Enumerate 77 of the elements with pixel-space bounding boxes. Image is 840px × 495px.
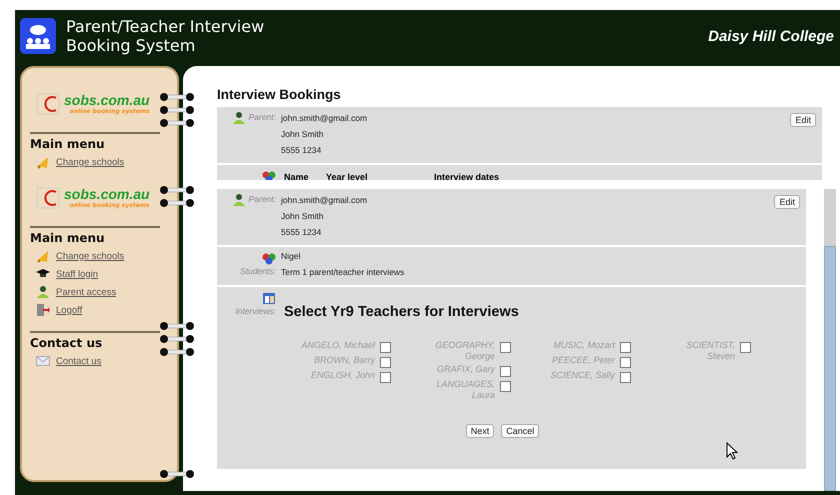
checkbox[interactable] [380, 372, 391, 383]
envelope-icon [36, 354, 50, 368]
binding-ring-icon [159, 185, 195, 195]
field-value: 5555 1234 [281, 226, 322, 239]
teacher-name: SCIENTIST, Steven [685, 340, 735, 362]
logo-text: sobs.com.au [64, 93, 150, 108]
teacher-name: ENGLISH, John [310, 370, 375, 381]
teacher-name: PEECEE, Peter [550, 355, 615, 366]
checkbox[interactable] [380, 342, 391, 353]
column-header: Year level [326, 172, 369, 180]
scrollbar-thumb[interactable] [824, 246, 836, 491]
teacher-name: GEOGRAPHY, George [434, 340, 495, 362]
field-label: Parent: [248, 111, 276, 123]
mouse-cursor-icon [726, 442, 738, 460]
menu-link[interactable]: Change schools [56, 250, 124, 262]
binding-ring-icon [159, 334, 195, 344]
binding-ring-icon [159, 347, 195, 357]
scrollbar[interactable] [824, 189, 836, 491]
teacher-name: MUSIC, Mozart [552, 340, 615, 351]
person-icon [232, 111, 246, 125]
menu-heading: Main menu [30, 226, 160, 245]
section-heading: Select Yr9 Teachers for Interviews [284, 304, 520, 320]
binding-ring-icon [159, 321, 195, 331]
field-value: John Smith [281, 210, 325, 223]
menu-link[interactable]: Staff login [56, 268, 98, 280]
edit-button[interactable]: Edit [774, 195, 800, 209]
teacher-name: ANGELO, Michael [300, 340, 375, 351]
field-value: Nigel [281, 250, 302, 263]
binding-ring-icon [159, 92, 195, 102]
binding-ring-icon [159, 118, 195, 128]
field-value: 5555 1234 [281, 144, 322, 157]
menu-link[interactable]: Contact us [56, 356, 102, 366]
checkbox[interactable] [620, 357, 631, 368]
teacher-name: BROWN, Barry [312, 355, 375, 366]
checkbox[interactable] [500, 381, 511, 392]
checkbox[interactable] [620, 342, 631, 353]
calendar-icon [262, 291, 276, 305]
field-label: Students: [240, 265, 276, 277]
field-value: john.smith@gmail.com [281, 194, 368, 207]
checkbox[interactable] [500, 342, 511, 353]
teacher-name: GRAFIX, Gary [436, 364, 495, 375]
column-header: Name [284, 172, 310, 180]
menu-link[interactable]: Parent access [56, 286, 116, 298]
checkbox[interactable] [740, 342, 751, 353]
menu-link[interactable]: Change schools [56, 156, 124, 168]
column-header: Interview dates [434, 172, 500, 180]
logo-text: sobs.com.au [64, 187, 150, 202]
app-logo-icon [20, 18, 56, 54]
form-button[interactable]: Cancel [501, 424, 540, 438]
page-title: Interview Bookings [217, 87, 342, 102]
binding-ring-icon [159, 105, 195, 115]
teacher-name: SCIENCE, Sally [549, 370, 615, 381]
checkbox[interactable] [620, 372, 631, 383]
menu-heading: Contact us [30, 331, 160, 350]
form-button[interactable]: Next [466, 424, 494, 438]
field-value: John Smith [281, 128, 325, 141]
checkbox[interactable] [380, 357, 391, 368]
teacher-name: LANGUAGES, Laura [435, 379, 495, 401]
bell-icon [36, 155, 50, 169]
edit-button[interactable]: Edit [790, 113, 816, 127]
binding-ring-icon [159, 198, 195, 208]
person-icon [232, 193, 246, 207]
field-label: Interviews: [235, 305, 276, 317]
checkbox[interactable] [500, 366, 511, 377]
field-value: Term 1 parent/teacher interviews [281, 266, 404, 279]
person-icon [36, 285, 50, 299]
school-name: Daisy Hill College [708, 28, 834, 44]
menu-link[interactable]: Logoff [56, 304, 82, 316]
binding-ring-icon [159, 469, 195, 479]
field-label: Parent: [248, 193, 276, 205]
students-icon [262, 251, 276, 265]
menu-heading: Main menu [30, 132, 160, 151]
app-title: Parent/Teacher Interview Booking System [66, 17, 264, 55]
bell-icon [36, 249, 50, 263]
field-value: john.smith@gmail.com [281, 112, 368, 125]
door-icon [36, 303, 50, 317]
students-icon [262, 169, 276, 180]
